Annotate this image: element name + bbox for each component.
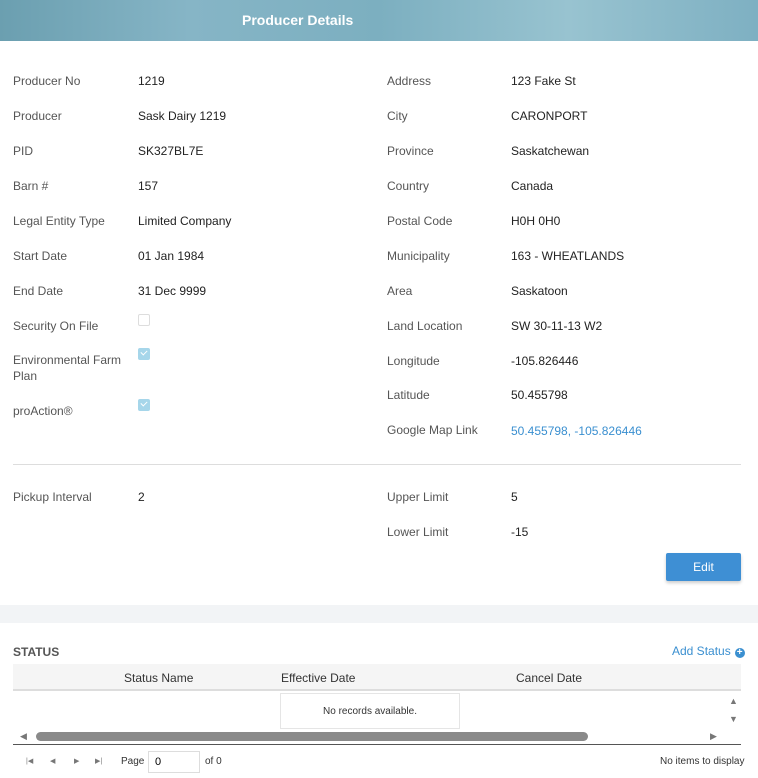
country-value: Canada: [511, 179, 554, 193]
security-checkbox[interactable]: [138, 314, 150, 326]
city-label: City: [387, 109, 408, 123]
add-status-label: Add Status: [672, 644, 731, 658]
legal-entity-label: Legal Entity Type: [13, 214, 105, 228]
pid-label: PID: [13, 144, 34, 158]
proaction-checkbox[interactable]: [138, 399, 150, 411]
scroll-right-icon[interactable]: ▶: [710, 731, 717, 742]
status-title: STATUS: [13, 645, 60, 659]
start-date-value: 01 Jan 1984: [138, 249, 205, 263]
prev-page-icon[interactable]: ◀: [50, 757, 55, 765]
barn-label: Barn #: [13, 179, 49, 193]
latitude-value: 50.455798: [511, 388, 568, 402]
divider: [13, 464, 741, 465]
scroll-left-icon[interactable]: ◀: [20, 731, 27, 742]
province-value: Saskatchewan: [511, 144, 590, 158]
no-records-message: No records available.: [280, 693, 460, 729]
land-location-value: SW 30-11-13 W2: [511, 319, 603, 333]
pickup-interval-value: 2: [138, 490, 145, 504]
horizontal-scrollbar[interactable]: [36, 732, 588, 741]
plus-circle-icon: +: [734, 648, 745, 658]
producer-label: Producer: [13, 109, 62, 123]
proaction-label: proAction®: [13, 404, 73, 418]
column-effective-date[interactable]: Effective Date: [281, 671, 355, 685]
area-value: Saskatoon: [511, 284, 568, 298]
page-label: Page: [121, 756, 145, 767]
area-label: Area: [387, 284, 413, 298]
end-date-value: 31 Dec 9999: [138, 284, 207, 298]
land-location-label: Land Location: [387, 319, 463, 333]
producer-no-value: 1219: [138, 74, 165, 88]
column-status-name[interactable]: Status Name: [124, 671, 193, 685]
address-label: Address: [387, 74, 432, 88]
longitude-label: Longitude: [387, 354, 440, 368]
pickup-interval-label: Pickup Interval: [13, 490, 92, 504]
lower-limit-label: Lower Limit: [387, 525, 449, 539]
map-link-label: Google Map Link: [387, 423, 478, 437]
efp-checkbox[interactable]: [138, 348, 150, 360]
longitude-value: -105.826446: [511, 354, 579, 368]
city-value: CARONPORT: [511, 109, 588, 123]
page-count: of 0: [205, 756, 222, 767]
pid-value: SK327BL7E: [138, 144, 204, 158]
scroll-down-icon[interactable]: ▼: [729, 714, 738, 724]
postal-code-label: Postal Code: [387, 214, 453, 228]
producer-no-label: Producer No: [13, 74, 81, 88]
upper-limit-value: 5: [511, 490, 518, 504]
legal-entity-value: Limited Company: [138, 214, 232, 228]
first-page-icon[interactable]: |◀: [26, 757, 33, 765]
next-page-icon[interactable]: ▶: [74, 757, 79, 765]
barn-value: 157: [138, 179, 159, 193]
country-label: Country: [387, 179, 430, 193]
latitude-label: Latitude: [387, 388, 430, 402]
page-input[interactable]: [148, 751, 200, 773]
start-date-label: Start Date: [13, 249, 68, 263]
page-title: Producer Details: [242, 12, 354, 28]
address-value: 123 Fake St: [511, 74, 576, 88]
google-map-link[interactable]: 50.455798, -105.826446: [511, 424, 642, 438]
municipality-value: 163 - WHEATLANDS: [511, 249, 625, 263]
scroll-up-icon[interactable]: ▲: [729, 696, 738, 706]
postal-code-value: H0H 0H0: [511, 214, 561, 228]
add-status-button[interactable]: Add Status +: [672, 644, 745, 658]
municipality-label: Municipality: [387, 249, 450, 263]
column-cancel-date[interactable]: Cancel Date: [516, 671, 582, 685]
section-separator: [0, 605, 758, 623]
end-date-label: End Date: [13, 284, 64, 298]
security-label: Security On File: [13, 319, 99, 333]
lower-limit-value: -15: [511, 525, 529, 539]
last-page-icon[interactable]: ▶|: [95, 757, 102, 765]
producer-value: Sask Dairy 1219: [138, 109, 227, 123]
province-label: Province: [387, 144, 434, 158]
upper-limit-label: Upper Limit: [387, 490, 449, 504]
items-info: No items to display: [660, 756, 745, 767]
status-table-header: Status Name Effective Date Cancel Date: [13, 664, 741, 691]
efp-label: Environmental Farm Plan: [13, 353, 122, 383]
edit-button[interactable]: Edit: [666, 553, 741, 581]
page-header: Producer Details: [0, 0, 758, 41]
